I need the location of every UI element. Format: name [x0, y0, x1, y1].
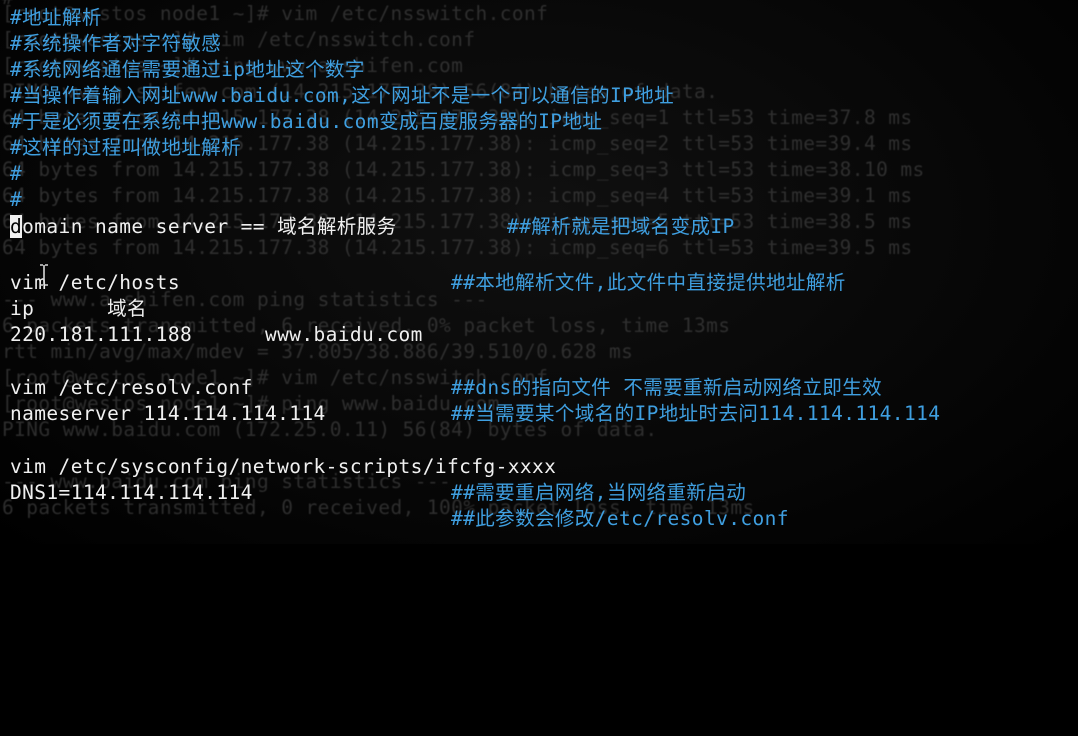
comment-line: #这样的过程叫做地址解析 — [10, 136, 242, 159]
comment-line: #于是必须要在系统中把www.baidu.com变成百度服务器的IP地址 — [10, 110, 603, 133]
text-cursor: d — [10, 215, 23, 238]
code-line: 220.181.111.188 www.baidu.com — [10, 323, 423, 346]
comment-line: #系统网络通信需要通过ip地址这个数字 — [10, 58, 365, 81]
comment-line: # — [10, 188, 23, 211]
terminal-window[interactable]: # [root@westos node1 ~]# vim /etc/nsswit… — [0, 0, 1078, 544]
code-text: omain name server == 域名解析服务 — [22, 215, 397, 238]
vim-buffer[interactable]: #地址解析 #系统操作者对字符敏感 #系统网络通信需要通过ip地址这个数字 #当… — [0, 0, 1078, 544]
inline-comment: ##需要重启网络,当网络重新启动 — [451, 481, 747, 504]
inline-comment: ##本地解析文件,此文件中直接提供地址解析 — [451, 271, 846, 294]
inline-comment: ##dns的指向文件 不需要重新启动网络立即生效 — [451, 376, 883, 399]
comment-line: #系统操作者对字符敏感 — [10, 32, 222, 55]
code-line: vim /etc/resolv.conf — [10, 376, 253, 399]
inline-comment: ##解析就是把域名变成IP — [507, 215, 735, 238]
comment-line: # — [10, 162, 23, 185]
comment-line: #当操作着输入网址www.baidu.com,这个网址不是一个可以通信的IP地址 — [10, 84, 675, 107]
i-beam-cursor-icon — [38, 218, 50, 286]
inline-comment: ##当需要某个域名的IP地址时去问114.114.114.114 — [451, 402, 941, 425]
inline-comment: ##此参数会修改/etc/resolv.conf — [451, 507, 789, 530]
code-line: vim /etc/hosts — [10, 271, 180, 294]
code-line: DNS1=114.114.114.114 — [10, 481, 253, 504]
comment-line: #地址解析 — [10, 6, 102, 29]
code-line: ip 域名 — [10, 297, 147, 320]
code-line: vim /etc/sysconfig/network-scripts/ifcfg… — [10, 455, 557, 478]
code-line: nameserver 114.114.114.114 — [10, 402, 326, 425]
code-line: domain name server == 域名解析服务 — [10, 214, 396, 240]
